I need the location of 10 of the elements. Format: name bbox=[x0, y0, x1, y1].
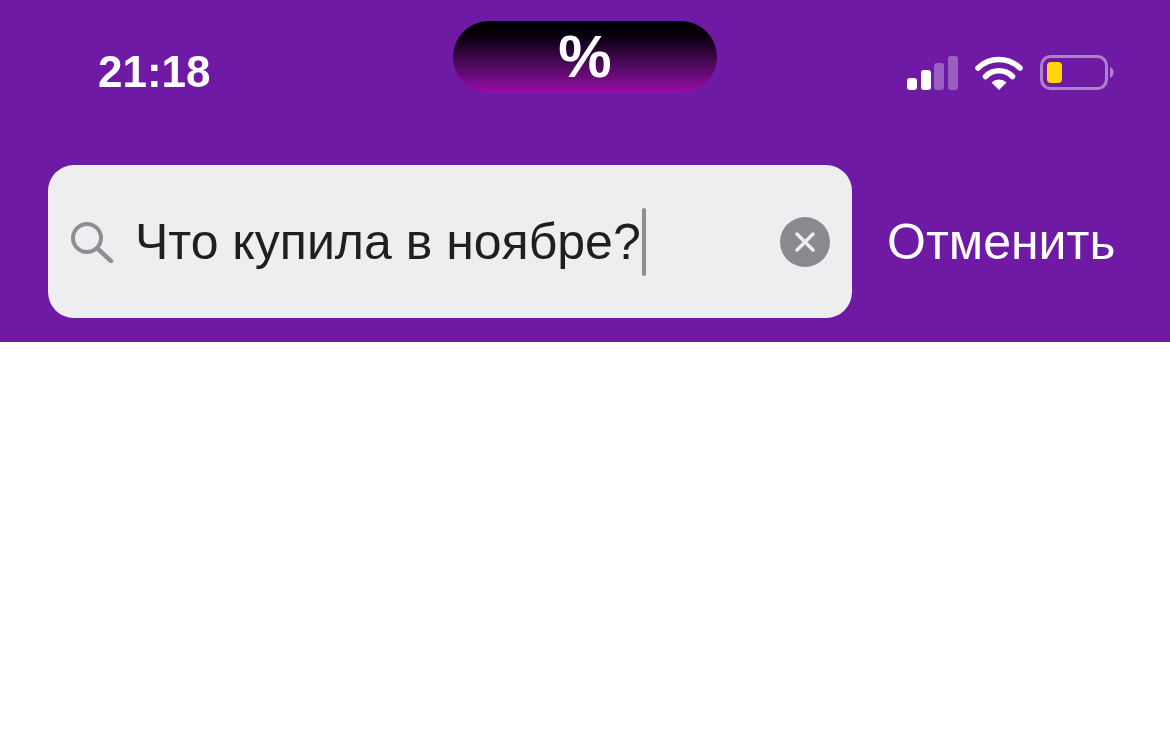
search-icon bbox=[70, 220, 114, 263]
close-icon bbox=[795, 231, 815, 252]
status-time: 21:18 bbox=[98, 50, 211, 94]
clear-button[interactable] bbox=[780, 216, 830, 267]
battery-icon bbox=[1040, 55, 1115, 90]
wifi-icon bbox=[975, 55, 1023, 90]
dynamic-island: % bbox=[453, 21, 717, 93]
signal-bars-icon bbox=[907, 55, 958, 90]
cancel-button[interactable]: Отменить bbox=[887, 216, 1116, 267]
search-field[interactable]: Что купила в ноябре? bbox=[48, 165, 852, 318]
